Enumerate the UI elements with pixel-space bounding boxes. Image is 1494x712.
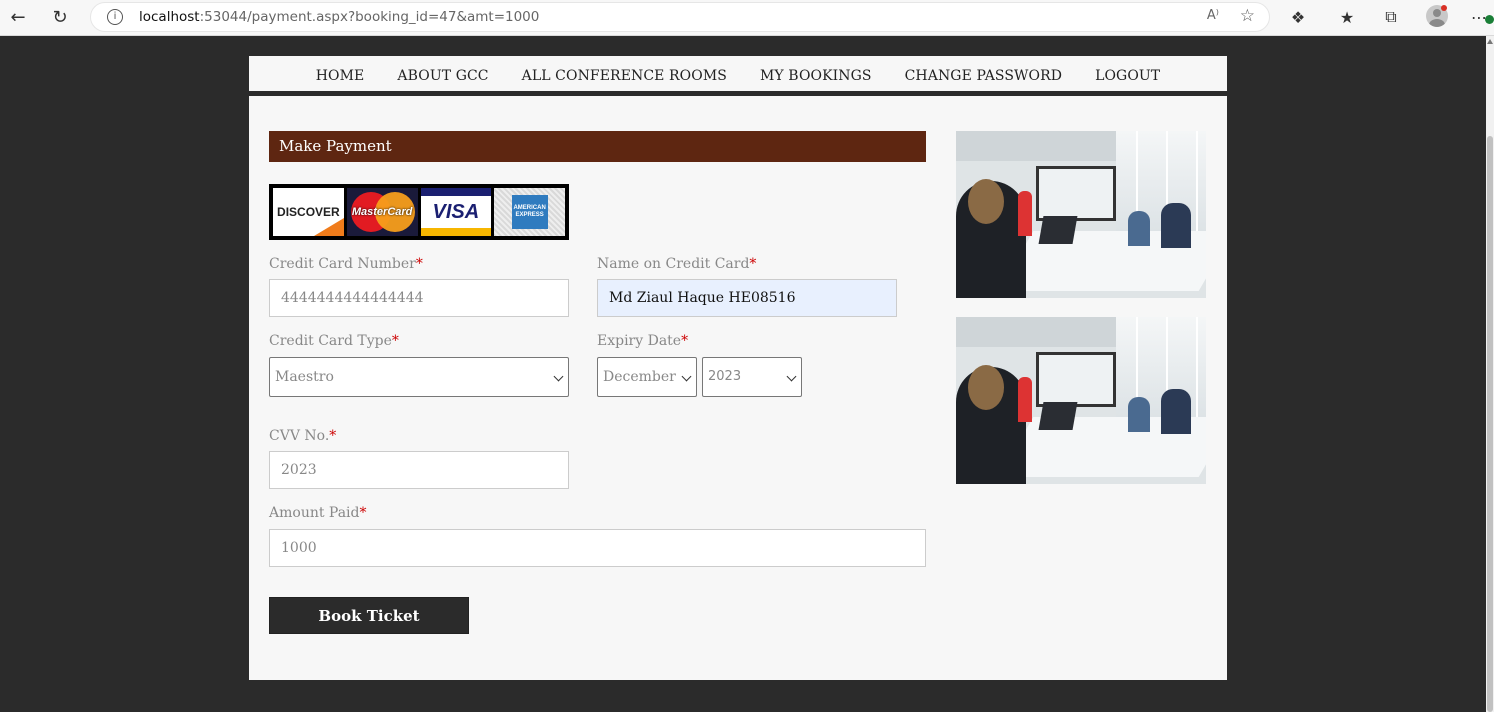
- visa-logo: VISA: [420, 188, 492, 236]
- nav-change-password[interactable]: CHANGE PASSWORD: [888, 68, 1078, 84]
- main-navigation: HOME ABOUT GCC ALL CONFERENCE ROOMS MY B…: [249, 56, 1227, 96]
- mastercard-logo: MasterCard: [346, 188, 418, 236]
- card-number-input[interactable]: 4444444444444444: [269, 279, 569, 317]
- extensions-icon[interactable]: ❖: [1286, 5, 1310, 29]
- profile-notification-dot: [1441, 5, 1447, 11]
- nav-logout[interactable]: LOGOUT: [1079, 68, 1177, 84]
- amount-paid-label: Amount Paid*: [269, 505, 367, 521]
- chevron-down-icon: [786, 371, 797, 382]
- reload-icon[interactable]: ↻: [46, 4, 74, 30]
- nav-about-gcc[interactable]: ABOUT GCC: [381, 68, 505, 84]
- book-ticket-button[interactable]: Book Ticket: [269, 597, 469, 634]
- card-number-label: Credit Card Number*: [269, 256, 423, 272]
- read-aloud-icon[interactable]: A⁾: [1207, 8, 1219, 23]
- expiry-year-value: 2023: [708, 369, 742, 384]
- nav-my-bookings[interactable]: MY BOOKINGS: [743, 68, 888, 84]
- address-bar[interactable]: i localhost:53044/payment.aspx?booking_i…: [90, 2, 1270, 32]
- nav-home[interactable]: HOME: [299, 68, 381, 84]
- expiry-date-label-text: Expiry Date: [597, 333, 682, 349]
- chevron-down-icon: [553, 371, 564, 382]
- required-mark: *: [359, 505, 367, 521]
- card-number-label-text: Credit Card Number: [269, 256, 416, 272]
- accepted-cards-logo: DISCOVER MasterCard VISA AMERICAN EXPRES…: [269, 184, 569, 240]
- scroll-up-icon[interactable]: [1487, 39, 1493, 44]
- url-text[interactable]: localhost:53044/payment.aspx?booking_id=…: [139, 9, 539, 25]
- amount-paid-input[interactable]: 1000: [269, 529, 926, 567]
- discover-logo: DISCOVER: [273, 188, 344, 236]
- amex-logo: AMERICAN EXPRESS: [494, 188, 565, 236]
- scrollbar-thumb[interactable]: [1487, 136, 1493, 712]
- cvv-label: CVV No.*: [269, 428, 336, 444]
- cvv-label-text: CVV No.: [269, 428, 330, 444]
- name-on-card-label: Name on Credit Card*: [597, 256, 756, 272]
- amex-logo-text: AMERICAN EXPRESS: [511, 195, 548, 229]
- card-type-value: Maestro: [275, 369, 334, 385]
- expiry-year-select[interactable]: 2023: [702, 357, 802, 397]
- section-title: Make Payment: [269, 131, 926, 162]
- expiry-month-select[interactable]: December: [597, 357, 697, 397]
- update-badge-icon: [1485, 15, 1494, 24]
- required-mark: *: [391, 333, 399, 349]
- url-host: localhost: [139, 9, 200, 25]
- expiry-month-value: December: [603, 369, 676, 385]
- required-mark: *: [329, 428, 337, 444]
- expiry-date-label: Expiry Date*: [597, 333, 688, 349]
- page-scrollbar[interactable]: [1486, 36, 1494, 712]
- site-info-icon[interactable]: i: [107, 9, 123, 25]
- card-type-label: Credit Card Type*: [269, 333, 399, 349]
- card-type-label-text: Credit Card Type: [269, 333, 392, 349]
- required-mark: *: [749, 256, 757, 272]
- name-on-card-label-text: Name on Credit Card: [597, 256, 750, 272]
- card-type-select[interactable]: Maestro: [269, 357, 569, 397]
- required-mark: *: [681, 333, 689, 349]
- required-mark: *: [415, 256, 423, 272]
- mastercard-logo-text: MasterCard: [351, 206, 413, 218]
- visa-logo-text: VISA: [432, 200, 480, 223]
- add-favorite-icon[interactable]: ☆: [1240, 6, 1255, 26]
- discover-logo-text: DISCOVER: [277, 205, 340, 219]
- name-on-card-input[interactable]: Md Ziaul Haque HE08516: [597, 279, 897, 317]
- browser-toolbar: ← ↻ i localhost:53044/payment.aspx?booki…: [0, 0, 1494, 36]
- conference-room-photo: [956, 317, 1206, 484]
- nav-all-conference-rooms[interactable]: ALL CONFERENCE ROOMS: [505, 68, 743, 84]
- collections-icon[interactable]: ⧉: [1379, 5, 1403, 29]
- url-path: :53044/payment.aspx?booking_id=47&amt=10…: [199, 9, 540, 25]
- page-container: HOME ABOUT GCC ALL CONFERENCE ROOMS MY B…: [249, 56, 1227, 680]
- back-icon[interactable]: ←: [4, 4, 32, 30]
- cvv-input[interactable]: 2023: [269, 451, 569, 489]
- conference-room-photo: [956, 131, 1206, 298]
- favorites-icon[interactable]: ★: [1335, 5, 1359, 29]
- chevron-down-icon: [681, 371, 692, 382]
- amount-paid-label-text: Amount Paid: [269, 505, 360, 521]
